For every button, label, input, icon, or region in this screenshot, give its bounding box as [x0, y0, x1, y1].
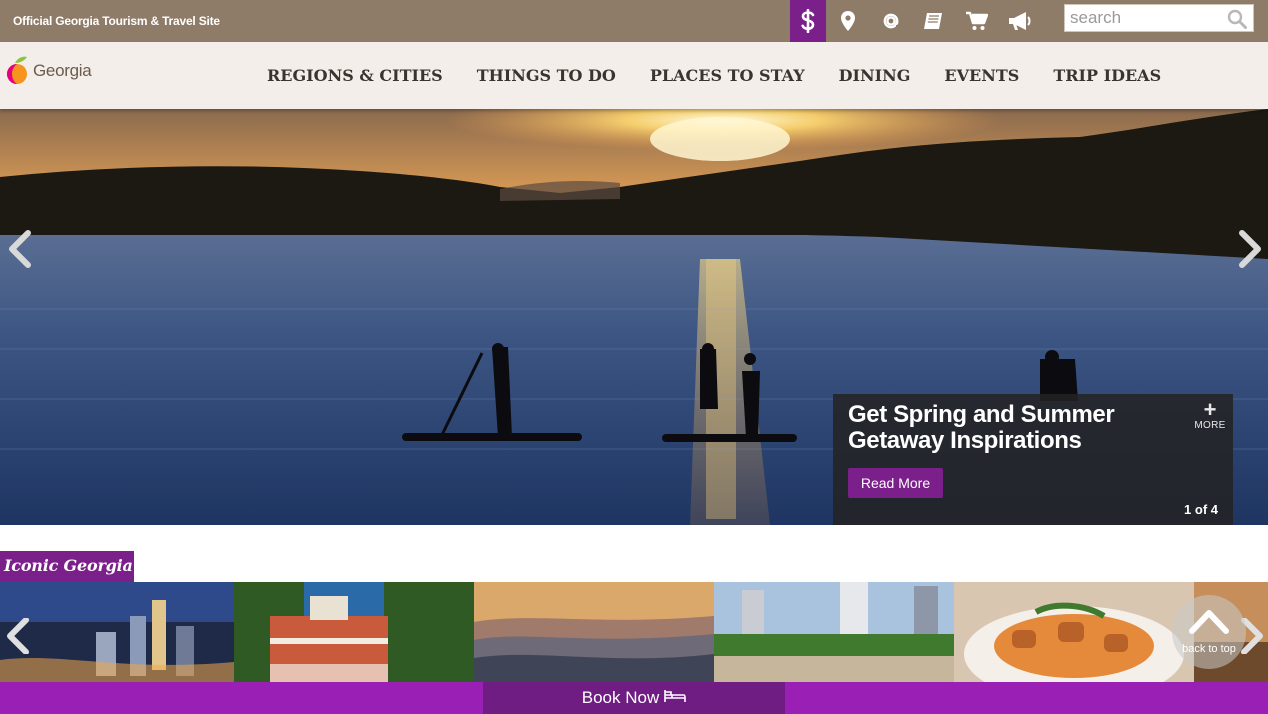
- back-to-top-label: back to top: [1182, 643, 1236, 655]
- cart-icon[interactable]: [955, 0, 998, 42]
- dollar-icon[interactable]: [790, 0, 826, 42]
- carousel-tile-food-dish[interactable]: [954, 582, 1194, 682]
- search-input[interactable]: [1065, 5, 1225, 31]
- carousel-prev-arrow[interactable]: [4, 617, 32, 659]
- page: Official Georgia Tourism & Travel Site s…: [0, 0, 1268, 714]
- top-utility-bar: Official Georgia Tourism & Travel Site: [0, 0, 1268, 42]
- hero-title: Get Spring and Summer Getaway Inspiratio…: [848, 401, 1115, 454]
- hero-prev-arrow[interactable]: [2, 229, 42, 269]
- at-sign-icon[interactable]: [869, 0, 912, 42]
- map-pin-icon[interactable]: [826, 0, 869, 42]
- georgia-logo[interactable]: Georgia: [5, 54, 92, 88]
- read-more-button[interactable]: Read More: [848, 468, 943, 498]
- site-tagline-link[interactable]: Official Georgia Tourism & Travel Site: [13, 14, 220, 28]
- book-now-label: Book Now: [581, 688, 660, 707]
- hero-next-arrow[interactable]: [1228, 229, 1268, 269]
- nav-item-events[interactable]: EVENTS: [944, 66, 1019, 85]
- search-icon[interactable]: [1227, 9, 1247, 34]
- bed-icon: [664, 688, 687, 708]
- bottom-booking-bar: Book Now: [0, 682, 1268, 714]
- carousel-tile-city-park[interactable]: [714, 582, 954, 682]
- book-now-button[interactable]: Book Now: [483, 682, 785, 714]
- carousel-tile-historic-house[interactable]: [234, 582, 474, 682]
- hero-slider: Get Spring and Summer Getaway Inspiratio…: [0, 109, 1268, 525]
- more-label: MORE: [1194, 420, 1226, 431]
- iconic-carousel: [0, 582, 1268, 682]
- nav-item-places-to-stay[interactable]: PLACES TO STAY: [650, 66, 805, 85]
- utility-icons: [790, 0, 1041, 42]
- plus-icon: +: [1203, 397, 1217, 422]
- nav-item-trip-ideas[interactable]: TRIP IDEAS: [1053, 66, 1161, 85]
- chevron-up-icon: [1189, 610, 1229, 634]
- peach-icon: [7, 56, 27, 84]
- megaphone-icon[interactable]: [998, 0, 1041, 42]
- nav-item-dining[interactable]: DINING: [839, 66, 911, 85]
- guide-book-icon[interactable]: [912, 0, 955, 42]
- logo-text: Georgia: [33, 61, 92, 80]
- nav-item-regions-cities[interactable]: REGIONS & CITIES: [267, 66, 443, 85]
- carousel-tile-mountains[interactable]: [474, 582, 714, 682]
- back-to-top-button[interactable]: back to top: [1172, 595, 1246, 669]
- iconic-georgia-label: Iconic Georgia: [0, 551, 134, 582]
- main-navigation: Georgia REGIONS & CITIES THINGS TO DO PL…: [0, 42, 1268, 109]
- search-box: [1064, 4, 1254, 32]
- nav-items: REGIONS & CITIES THINGS TO DO PLACES TO …: [250, 42, 1178, 109]
- nav-item-things-to-do[interactable]: THINGS TO DO: [477, 66, 616, 85]
- carousel-tile-city-skyline[interactable]: [0, 582, 234, 682]
- more-toggle[interactable]: + MORE: [1193, 397, 1227, 432]
- hero-caption-panel: Get Spring and Summer Getaway Inspiratio…: [833, 394, 1233, 525]
- slide-counter: 1 of 4: [1184, 502, 1218, 517]
